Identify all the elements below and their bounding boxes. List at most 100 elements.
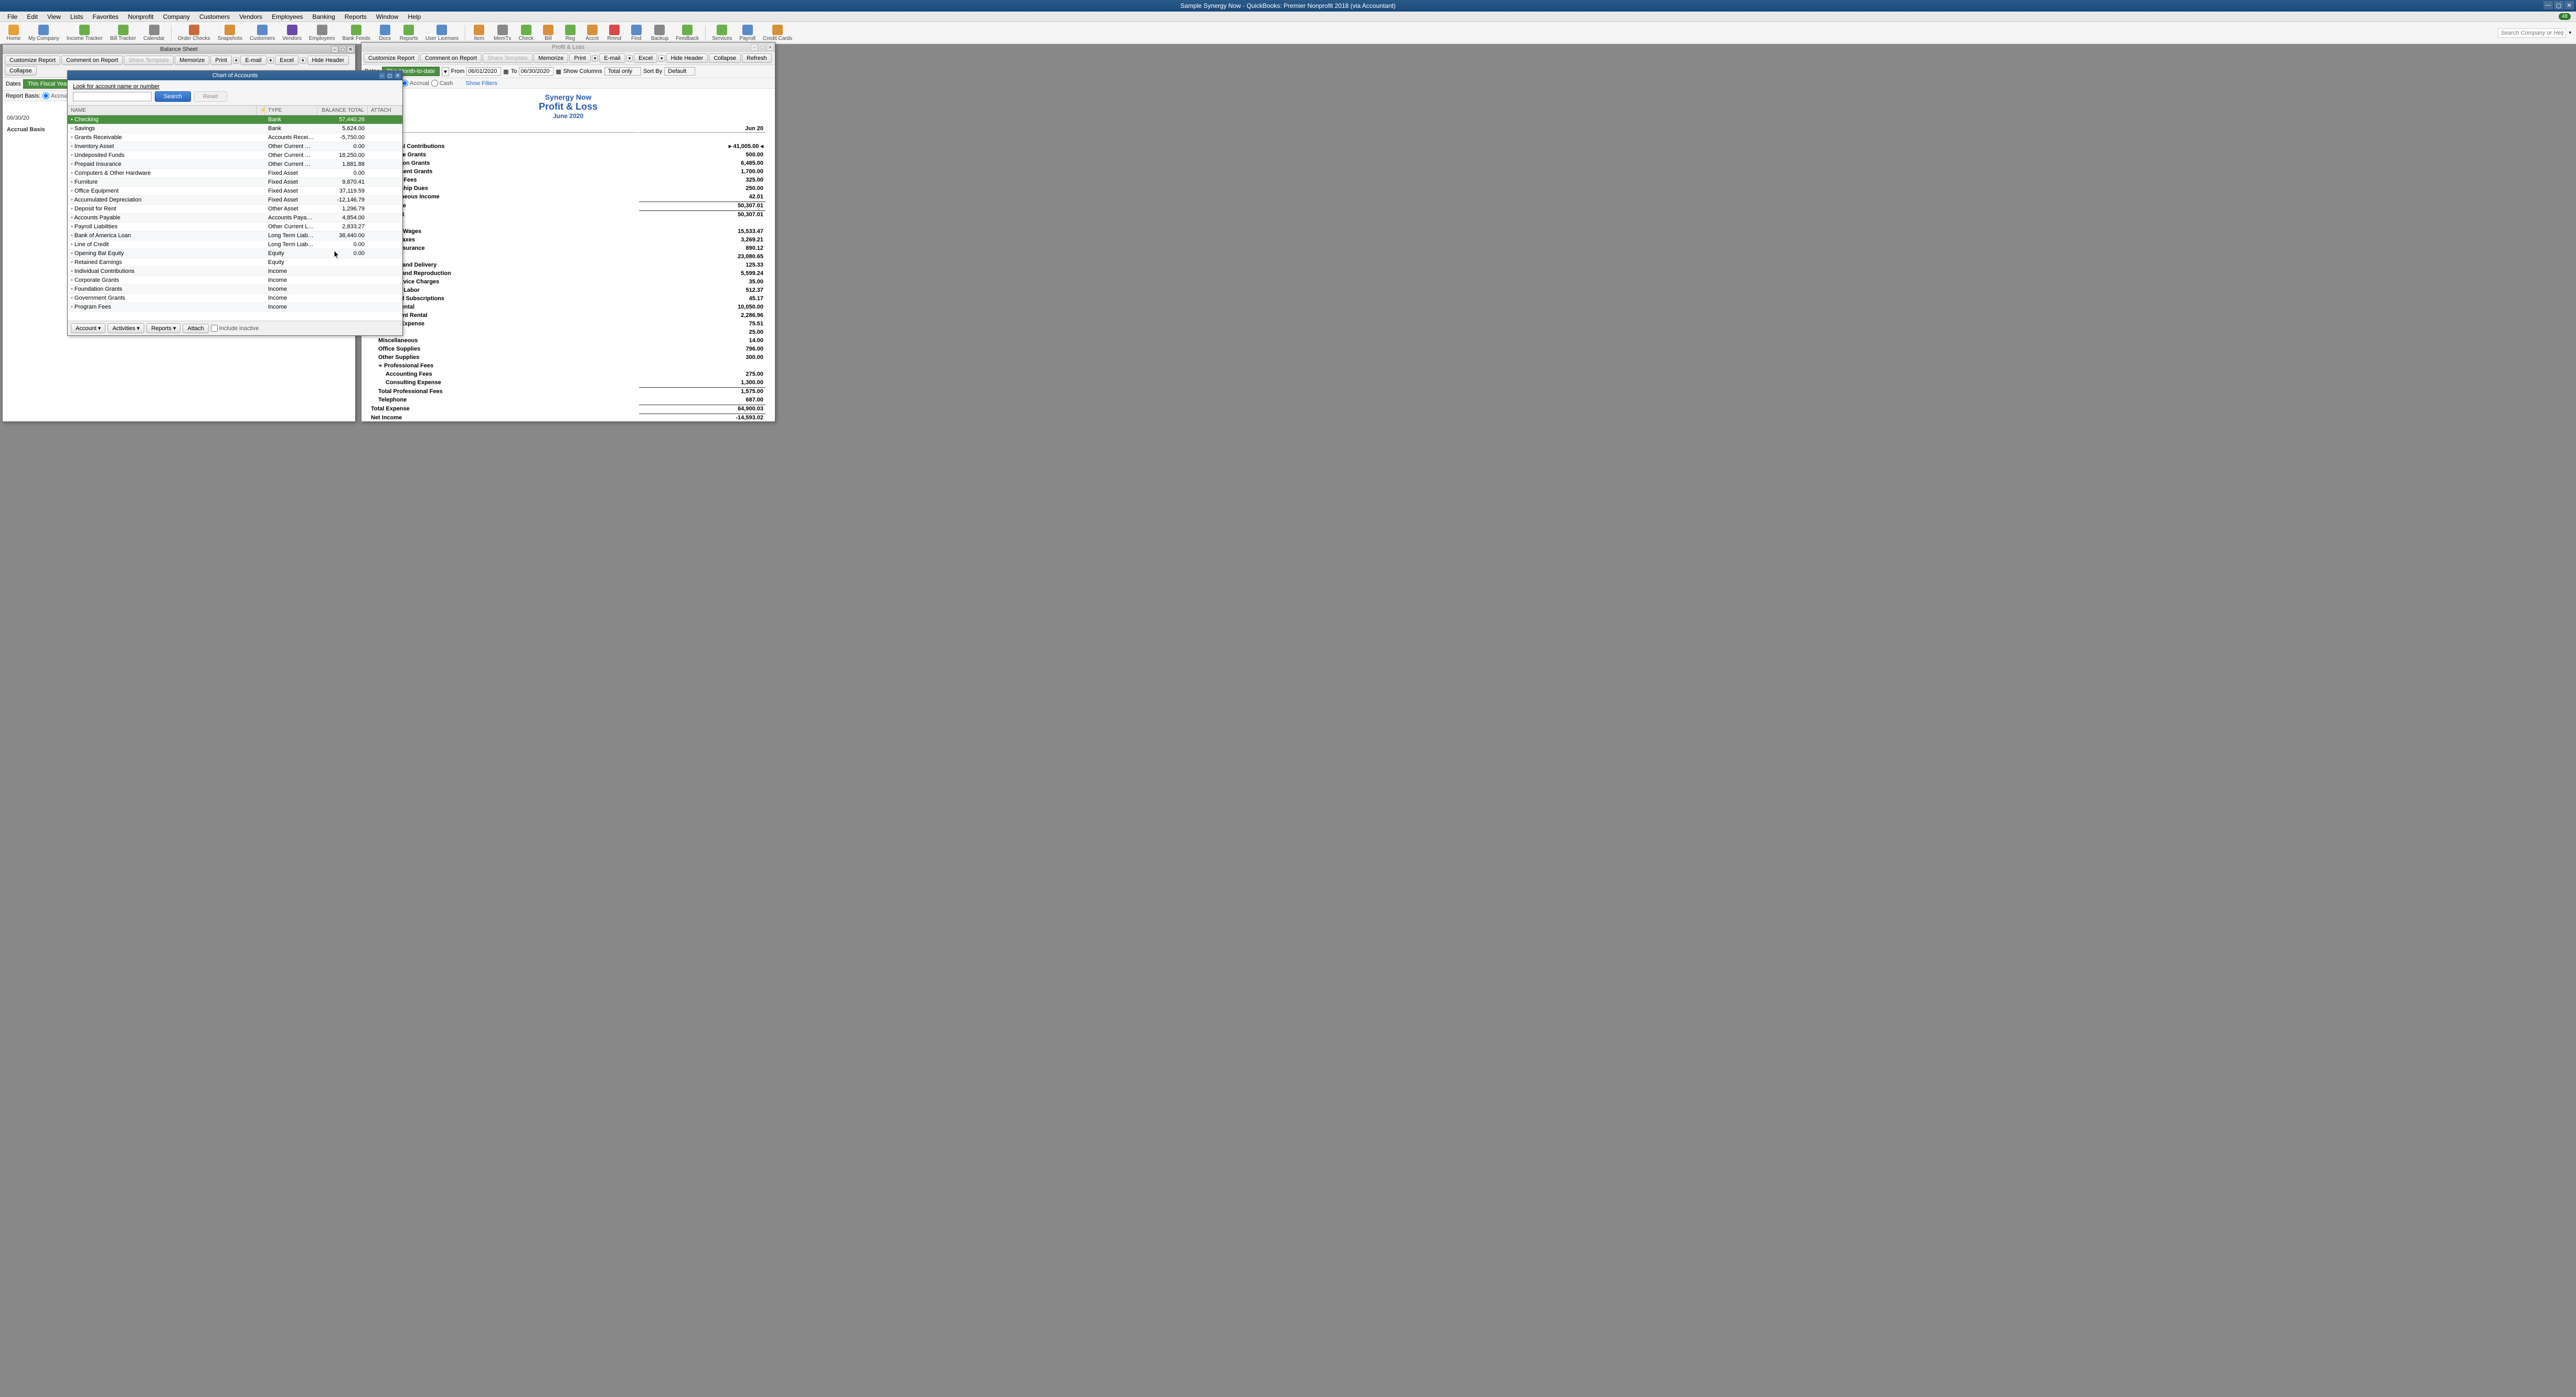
print-button[interactable]: Print [210,56,232,65]
pl-min-icon[interactable]: – [751,44,758,51]
pl-row-label[interactable]: Individual Contributions [371,142,638,150]
pl-row-amount[interactable]: 35.00 [639,278,765,285]
menu-reports[interactable]: Reports [340,12,371,22]
coa-row[interactable]: Corporate GrantsIncome [68,276,402,285]
menu-banking[interactable]: Banking [308,12,339,22]
tb-bill-tracker[interactable]: Bill Tracker [107,24,139,43]
tb-calendar[interactable]: Calendar [140,24,168,43]
coa-account-button[interactable]: Account ▾ [71,323,105,333]
tb-user-licenses[interactable]: User Licenses [422,24,462,43]
max-icon[interactable]: ▢ [2554,1,2563,9]
pl-row-label[interactable]: Miscellaneous [371,337,638,344]
notification-badge[interactable]: 48 [2559,13,2571,20]
tb-check[interactable]: Check [515,24,536,43]
pl-row-amount[interactable]: 3,269.21 [639,236,765,244]
collapse-button[interactable]: Collapse [709,54,741,63]
menu-file[interactable]: File [3,12,22,22]
pl-row-amount[interactable]: 325.00 [639,176,765,184]
customize-report-button[interactable]: Customize Report [5,56,60,65]
hide-header-button[interactable]: Hide Header [307,56,349,65]
pl-row-amount[interactable]: 1,700.00 [639,168,765,175]
menu-lists[interactable]: Lists [66,12,88,22]
menu-favorites[interactable]: Favorites [89,12,123,22]
coa-row[interactable]: Individual ContributionsIncome [68,267,402,276]
menu-nonprofit[interactable]: Nonprofit [124,12,158,22]
memorize-button[interactable]: Memorize [175,56,209,65]
pl-row-label[interactable]: Space Rental [371,303,638,311]
pl-row-amount[interactable]: 125.33 [639,261,765,269]
coa-col-status[interactable]: ⚡ [257,106,265,115]
pl-row-label[interactable]: Printing and Reproduction [371,270,638,277]
pl-row-label[interactable]: Income [371,134,638,141]
bs-close-icon[interactable]: ✕ [347,46,354,53]
pl-row-amount[interactable]: 50,307.01 [639,210,765,218]
pl-row-amount[interactable]: 14.00 [639,337,765,344]
pl-row-label[interactable]: Professional Fees [371,362,638,369]
coa-inactive-checkbox[interactable] [211,325,218,332]
bs-max-icon[interactable]: ▢ [339,46,346,53]
pl-window-title[interactable]: Profit & Loss – ▢ ✕ [361,43,775,52]
dropdown-icon[interactable]: ▾ [268,57,274,64]
bs-min-icon[interactable]: – [331,46,338,53]
coa-col-name[interactable]: NAME [68,106,257,115]
pl-row-label[interactable]: Payroll Taxes [371,236,638,244]
pl-row-amount[interactable]: 512.37 [639,287,765,294]
min-icon[interactable]: — [2543,1,2553,9]
excel-button[interactable]: Excel [634,54,657,63]
pl-row-label[interactable]: Accounting Fees [371,371,638,378]
coa-reset-button[interactable]: Reset [194,91,227,102]
coa-row[interactable]: Inventory AssetOther Current Asset0.00 [68,142,402,151]
menu-customers[interactable]: Customers [195,12,234,22]
pl-row-amount[interactable]: 5,599.24 [639,270,765,277]
pl-row-label[interactable]: Foundation Grants [371,160,638,167]
calendar-icon[interactable]: ▦ [503,68,508,75]
pl-row-amount[interactable] [639,362,765,369]
pl-row-amount[interactable]: 25.00 [639,329,765,336]
coa-row[interactable]: Foundation GrantsIncome [68,285,402,294]
pl-row-label[interactable]: Net Income [371,414,638,421]
menu-window[interactable]: Window [372,12,403,22]
pl-from-input[interactable] [466,67,501,76]
pl-row-label[interactable]: Gross Profit [371,210,638,218]
pl-row-amount[interactable]: 250.00 [639,185,765,192]
coa-col-balance[interactable]: BALANCE TOTAL [317,106,368,115]
share-template-button[interactable]: Share Template [124,56,174,65]
coa-row[interactable]: Accumulated DepreciationFixed Asset-12,1… [68,196,402,205]
bs-accrual-radio[interactable] [42,92,49,99]
pl-cash-radio[interactable] [431,80,438,87]
pl-row-label[interactable]: Dues and Subscriptions [371,295,638,302]
tb-bill[interactable]: Bill [538,24,559,43]
pl-row-label[interactable]: Corporate Grants [371,151,638,158]
coa-row[interactable]: Government GrantsIncome [68,294,402,303]
excel-button[interactable]: Excel [275,56,299,65]
tb-docs[interactable]: Docs [375,24,396,43]
pl-row-amount[interactable]: 796.00 [639,345,765,353]
tb-item[interactable]: Item [469,24,489,43]
menu-view[interactable]: View [43,12,65,22]
coa-row[interactable]: Bank of America LoanLong Term Liability3… [68,231,402,240]
coa-col-attach[interactable]: ATTACH [368,106,402,115]
pl-row-label[interactable]: Consulting Expense [371,379,638,386]
tb-home[interactable]: Home [3,24,24,43]
hide-header-button[interactable]: Hide Header [666,54,708,63]
close-icon[interactable]: ✕ [2564,1,2574,9]
pl-sort-select[interactable]: Default [664,67,695,76]
tb-snapshots[interactable]: Snapshots [215,24,246,43]
coa-search-button[interactable]: Search [155,91,191,102]
pl-row-label[interactable]: Postage and Delivery [371,261,638,269]
coa-row[interactable]: Computers & Other HardwareFixed Asset0.0… [68,169,402,178]
pl-row-label[interactable]: Office Supplies [371,345,638,353]
coa-col-type[interactable]: TYPE [265,106,317,115]
pl-row-amount[interactable]: -14,593.02 [639,414,765,421]
pl-row-amount[interactable]: 275.00 [639,371,765,378]
pl-row-amount[interactable] [639,134,765,141]
pl-row-label[interactable]: Total Expense [371,405,638,412]
pl-row-label[interactable]: Interest Expense [371,320,638,327]
print-button[interactable]: Print [569,54,591,63]
coa-row[interactable]: FurnitureFixed Asset9,870.41 [68,178,402,187]
tb-accnt[interactable]: Accnt [582,24,603,43]
coa-row[interactable]: Office EquipmentFixed Asset37,119.59 [68,187,402,196]
coa-max-icon[interactable]: ▢ [386,72,393,79]
pl-row-amount[interactable]: 45.17 [639,295,765,302]
refresh-button[interactable]: Refresh [742,54,772,63]
